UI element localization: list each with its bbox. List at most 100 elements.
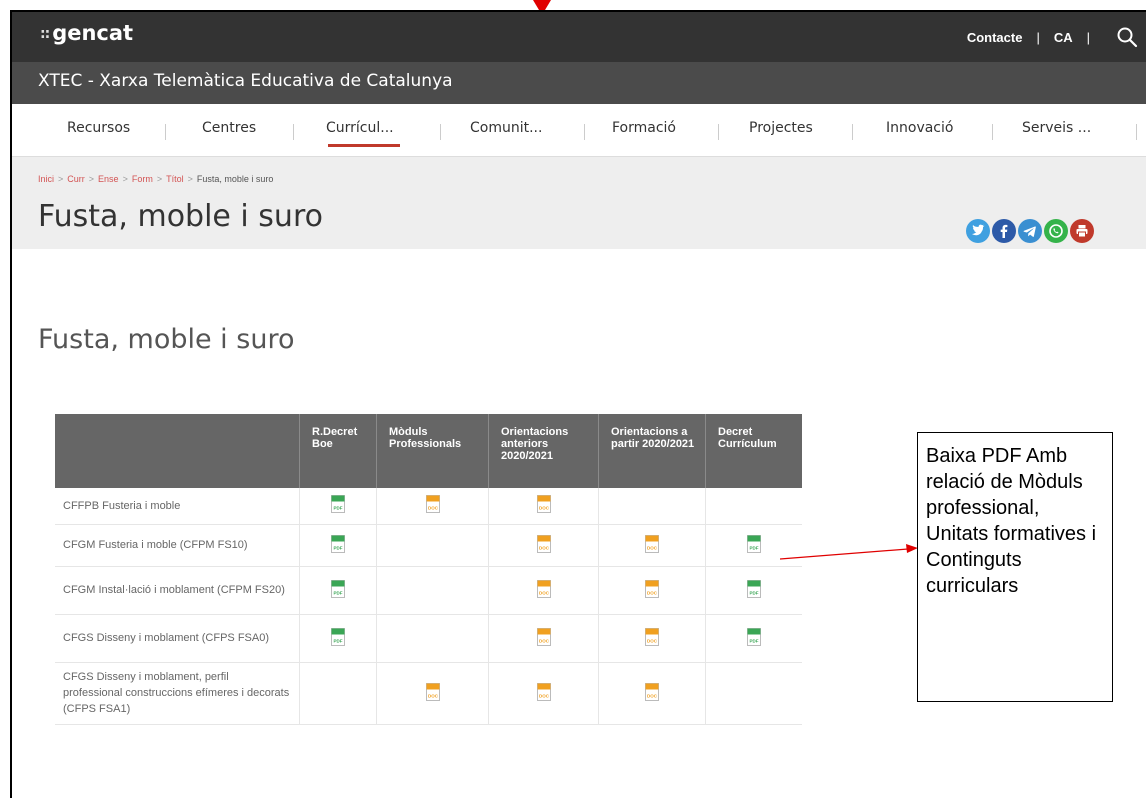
svg-text:DOC: DOC bbox=[647, 590, 658, 595]
doc-download-icon[interactable]: DOC bbox=[536, 682, 551, 701]
table-row: CFGS Disseny i moblament (CFPS FSA0) PDF D… bbox=[55, 614, 802, 663]
table-cell: DOC bbox=[598, 614, 706, 663]
svg-text:PDF: PDF bbox=[334, 590, 343, 595]
doc-download-icon[interactable]: DOC bbox=[645, 579, 659, 598]
pdf-download-icon[interactable]: PDF bbox=[331, 534, 345, 553]
contact-link[interactable]: Contacte bbox=[967, 30, 1023, 45]
svg-text:DOC: DOC bbox=[539, 693, 550, 698]
table-cell: PDF bbox=[299, 524, 377, 567]
pdf-download-icon[interactable]: PDF bbox=[747, 579, 761, 598]
svg-text:DOC: DOC bbox=[539, 590, 550, 595]
breadcrumb-item[interactable]: Títol bbox=[166, 174, 184, 184]
nav-divider bbox=[1136, 124, 1137, 140]
breadcrumb-separator: > bbox=[187, 174, 193, 184]
doc-download-icon[interactable]: DOC bbox=[425, 682, 440, 701]
twitter-icon[interactable] bbox=[966, 219, 990, 243]
breadcrumb-item[interactable]: Inici bbox=[38, 174, 54, 184]
nav-item-formacio[interactable]: Formació bbox=[612, 120, 676, 136]
table-cell bbox=[705, 662, 802, 725]
whatsapp-icon[interactable] bbox=[1044, 219, 1068, 243]
breadcrumb-separator: > bbox=[156, 174, 163, 184]
doc-download-icon[interactable]: DOC bbox=[425, 495, 440, 514]
table-cell: DOC bbox=[376, 662, 489, 725]
svg-text:DOC: DOC bbox=[647, 693, 658, 698]
table-cell bbox=[376, 524, 489, 567]
table-header-cell: R.Decret Boe bbox=[299, 414, 377, 488]
table-row: CFGM Fusteria i moble (CFPM FS10) PDF DOC D… bbox=[55, 524, 802, 567]
doc-download-icon[interactable]: DOC bbox=[645, 627, 659, 646]
table-cell: PDF bbox=[299, 488, 377, 525]
language-selector[interactable]: CA bbox=[1054, 30, 1073, 45]
top-separator: | bbox=[1086, 29, 1090, 45]
table-cell: DOC bbox=[598, 524, 706, 567]
annotation-box: Baixa PDF Amb relació de Mòduls professi… bbox=[917, 432, 1113, 702]
breadcrumb-separator: > bbox=[88, 174, 95, 184]
nav-divider bbox=[992, 124, 993, 140]
nav-item-recursos[interactable]: Recursos bbox=[67, 120, 130, 136]
nav-item-curriculum[interactable]: Currícul... bbox=[326, 120, 394, 136]
pdf-download-icon[interactable]: PDF bbox=[747, 627, 761, 646]
print-icon[interactable] bbox=[1070, 219, 1094, 243]
svg-text:PDF: PDF bbox=[334, 638, 343, 643]
table-cell: DOC bbox=[488, 662, 599, 725]
doc-download-icon[interactable]: DOC bbox=[536, 534, 551, 553]
nav-item-comunitat[interactable]: Comunit... bbox=[470, 120, 542, 136]
course-name: CFGS Disseny i moblament, perfil profess… bbox=[55, 662, 300, 725]
telegram-icon[interactable] bbox=[1018, 219, 1042, 243]
course-name: CFGS Disseny i moblament (CFPS FSA0) bbox=[55, 614, 300, 663]
gencat-logo[interactable]: :: gencat bbox=[40, 21, 133, 45]
svg-text:PDF: PDF bbox=[334, 506, 343, 511]
course-name: CFFPB Fusteria i moble bbox=[55, 488, 300, 525]
table-cell: DOC bbox=[598, 566, 706, 615]
doc-download-icon[interactable]: DOC bbox=[645, 682, 659, 701]
facebook-icon[interactable] bbox=[992, 219, 1016, 243]
table-header-row: R.Decret Boe Mòduls Professionals Orient… bbox=[55, 414, 802, 488]
nav-divider bbox=[165, 124, 166, 140]
breadcrumb-item[interactable]: Curr bbox=[67, 174, 85, 184]
site-name[interactable]: XTEC - Xarxa Telemàtica Educativa de Cat… bbox=[38, 71, 453, 91]
breadcrumb-current: Fusta, moble i suro bbox=[196, 174, 274, 184]
table-cell bbox=[376, 566, 489, 615]
svg-text:DOC: DOC bbox=[428, 506, 439, 511]
breadcrumb-item[interactable]: Form bbox=[132, 174, 153, 184]
svg-text:DOC: DOC bbox=[539, 506, 550, 511]
breadcrumb-item[interactable]: Ense bbox=[98, 174, 119, 184]
nav-item-projectes[interactable]: Projectes bbox=[749, 120, 813, 136]
table-header-cell bbox=[55, 414, 300, 488]
table-cell: DOC bbox=[598, 662, 706, 725]
doc-download-icon[interactable]: DOC bbox=[536, 627, 551, 646]
annotation-text: Baixa PDF Amb relació de Mòduls professi… bbox=[926, 445, 1097, 597]
logo-text: gencat bbox=[52, 21, 134, 45]
pdf-download-icon[interactable]: PDF bbox=[331, 627, 345, 646]
svg-text:PDF: PDF bbox=[750, 545, 759, 550]
pdf-download-icon[interactable]: PDF bbox=[331, 495, 345, 514]
doc-download-icon[interactable]: DOC bbox=[536, 495, 551, 514]
main-nav: Recursos Centres Currícul... Comunit... … bbox=[12, 104, 1146, 156]
nav-item-serveis[interactable]: Serveis ... bbox=[1022, 120, 1091, 136]
table-cell bbox=[299, 662, 377, 725]
table-header-cell: Decret Currículum bbox=[705, 414, 802, 488]
table-cell: PDF bbox=[299, 614, 377, 663]
course-name: CFGM Fusteria i moble (CFPM FS10) bbox=[55, 524, 300, 567]
pdf-download-icon[interactable]: PDF bbox=[331, 579, 345, 598]
nav-item-centres[interactable]: Centres bbox=[202, 120, 256, 136]
site-bar: XTEC - Xarxa Telemàtica Educativa de Cat… bbox=[12, 62, 1146, 104]
nav-active-indicator bbox=[328, 144, 400, 147]
doc-download-icon[interactable]: DOC bbox=[645, 534, 659, 553]
table-cell: DOC bbox=[488, 566, 599, 615]
nav-item-innovacio[interactable]: Innovació bbox=[886, 120, 953, 136]
annotation-arrow bbox=[780, 544, 918, 560]
top-bar: :: gencat Contacte | CA | bbox=[12, 12, 1146, 62]
breadcrumb: Inici > Curr > Ense > Form > Títol > Fusta, moble … bbox=[38, 174, 273, 184]
nav-divider bbox=[718, 124, 719, 140]
svg-text:PDF: PDF bbox=[334, 545, 343, 550]
search-icon[interactable] bbox=[1116, 26, 1138, 48]
svg-text:PDF: PDF bbox=[750, 590, 759, 595]
top-links: Contacte | CA | bbox=[967, 12, 1146, 62]
svg-text:PDF: PDF bbox=[750, 638, 759, 643]
nav-divider bbox=[852, 124, 853, 140]
doc-download-icon[interactable]: DOC bbox=[536, 579, 551, 598]
page-header-band: Inici > Curr > Ense > Form > Títol > Fusta, moble … bbox=[12, 156, 1146, 249]
nav-divider bbox=[293, 124, 294, 140]
pdf-download-icon[interactable]: PDF bbox=[747, 534, 761, 553]
